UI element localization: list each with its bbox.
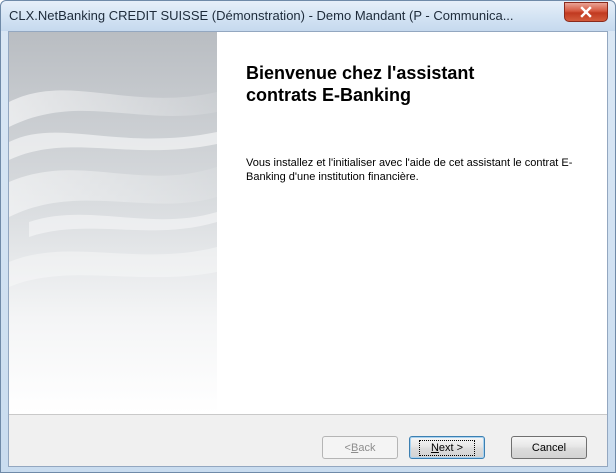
wizard-description: Vous installez et l'initialiser avec l'a… — [246, 157, 573, 183]
close-button[interactable] — [564, 2, 608, 22]
wizard-heading-line1: Bienvenue chez l'assistant — [246, 63, 475, 83]
back-accel: B — [350, 441, 359, 454]
close-icon — [580, 6, 592, 18]
wizard-heading: Bienvenue chez l'assistant contrats E-Ban… — [246, 62, 576, 106]
next-focus-ring: Next > — [418, 439, 476, 456]
window-title: CLX.NetBanking CREDIT SUISSE (Démonstrat… — [9, 8, 514, 23]
wave-graphic — [9, 32, 217, 414]
cancel-button[interactable]: Cancel — [511, 436, 587, 459]
next-rest: ext > — [438, 441, 464, 454]
wizard-side-banner — [9, 32, 217, 414]
back-rest: ack — [358, 441, 376, 454]
wizard-main-panel: Bienvenue chez l'assistant contrats E-Ban… — [217, 32, 607, 414]
back-button[interactable]: < Back — [322, 436, 398, 459]
wizard-content: Bienvenue chez l'assistant contrats E-Ban… — [8, 31, 608, 467]
next-button[interactable]: Next > — [409, 436, 485, 459]
wizard-button-bar: < Back Next > Cancel — [9, 414, 607, 466]
title-bar[interactable]: CLX.NetBanking CREDIT SUISSE (Démonstrat… — [1, 1, 615, 31]
next-accel: N — [430, 441, 439, 454]
wizard-heading-line2: contrats E-Banking — [246, 85, 412, 105]
wizard-window: CLX.NetBanking CREDIT SUISSE (Démonstrat… — [0, 0, 616, 473]
